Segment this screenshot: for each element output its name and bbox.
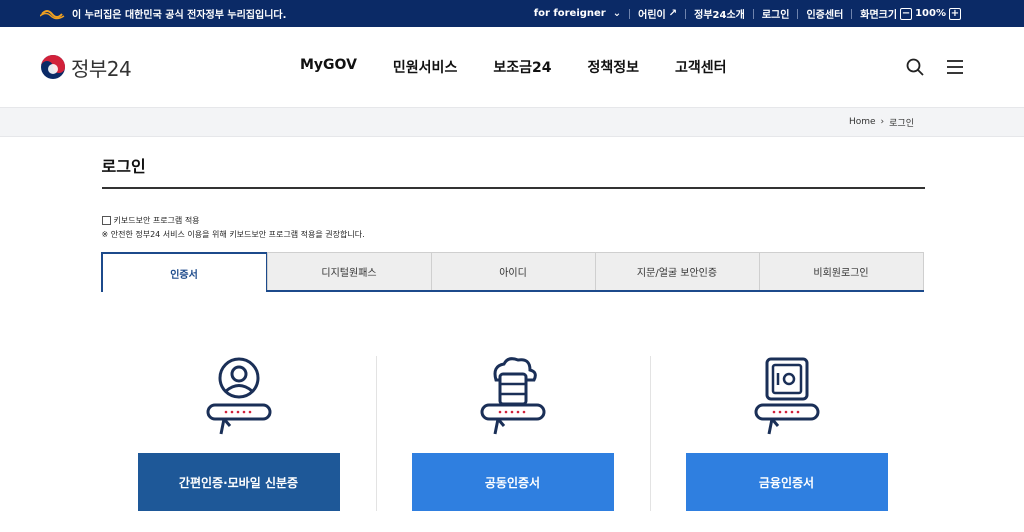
login-link[interactable]: 로그인 bbox=[762, 6, 790, 21]
simple-auth-button[interactable]: 간편인증·모바일 신분증 bbox=[137, 453, 340, 511]
divider bbox=[851, 8, 853, 19]
cert-center-link[interactable]: 인증센터 bbox=[806, 6, 843, 21]
security-notice: ※ 안전한 정부24 서비스 이용을 위해 키보드보안 프로그램 적용을 권장합… bbox=[101, 230, 365, 239]
nav-item-policy[interactable]: 정책정보 bbox=[587, 57, 639, 77]
divider bbox=[629, 8, 631, 19]
person-id-icon bbox=[206, 357, 271, 435]
utility-links: for foreigner ⌄ 어린이 ↗ 정부24소개 로그인 인증센터 화면… bbox=[534, 6, 964, 21]
main-nav: MyGOV 민원서비스 보조금24 정책정보 고객센터 bbox=[300, 57, 727, 77]
tab-digital-onepass[interactable]: 디지털원패스 bbox=[266, 252, 432, 290]
method-simple-auth: 간편인증·모바일 신분증 bbox=[102, 356, 376, 511]
eg-logo-icon bbox=[40, 9, 65, 19]
nav-item-subsidy[interactable]: 보조금24 bbox=[493, 57, 551, 77]
gov-banner: 이 누리집은 대한민국 공식 전자정부 누리집입니다. for foreigne… bbox=[0, 0, 1024, 27]
method-financial-cert: 금융인증서 bbox=[649, 356, 924, 511]
keyboard-security-option[interactable]: 키보드보안 프로그램 적용 bbox=[101, 215, 925, 226]
divider bbox=[797, 8, 799, 19]
chevron-down-icon: ⌄ bbox=[612, 8, 622, 19]
joint-cert-button[interactable]: 공동인증서 bbox=[411, 453, 614, 511]
kids-link[interactable]: 어린이 ↗ bbox=[638, 6, 677, 21]
divider bbox=[685, 8, 687, 19]
nav-item-support[interactable]: 고객센터 bbox=[675, 57, 727, 77]
tab-biometric[interactable]: 지문/얼굴 보안인증 bbox=[594, 252, 760, 290]
brand-name: 정부24 bbox=[71, 56, 132, 81]
cloud-server-icon bbox=[480, 357, 545, 435]
chevron-right-icon: › bbox=[880, 117, 885, 127]
tab-guest-login[interactable]: 비회원로그인 bbox=[758, 252, 924, 290]
safe-icon bbox=[754, 357, 819, 435]
brand-logo[interactable]: 정부24 bbox=[40, 53, 132, 82]
page-title: 로그인 bbox=[101, 153, 925, 189]
zoom-out-button[interactable]: − bbox=[900, 7, 913, 20]
taegeuk-icon bbox=[41, 55, 65, 79]
nav-item-mygov[interactable]: MyGOV bbox=[300, 57, 357, 77]
breadcrumb-current: 로그인 bbox=[889, 118, 914, 129]
site-header: 정부24 MyGOV 민원서비스 보조금24 정책정보 고객센터 bbox=[0, 27, 1024, 107]
tab-id[interactable]: 아이디 bbox=[430, 252, 596, 290]
main-content: 로그인 키보드보안 프로그램 적용 ※ 안전한 정부24 서비스 이용을 위해 … bbox=[100, 153, 925, 511]
foreigner-link[interactable]: for foreigner ⌄ bbox=[534, 8, 621, 19]
header-tools bbox=[906, 58, 964, 76]
screen-size-label: 화면크기 bbox=[860, 10, 898, 21]
search-icon[interactable] bbox=[906, 58, 924, 76]
zoom-in-button[interactable]: + bbox=[949, 7, 961, 20]
gov-notice: 이 누리집은 대한민국 공식 전자정부 누리집입니다. bbox=[40, 6, 286, 21]
external-link-icon: ↗ bbox=[668, 8, 678, 19]
method-joint-cert: 공동인증서 bbox=[375, 356, 650, 511]
keyboard-security-checkbox[interactable] bbox=[101, 216, 111, 225]
divider bbox=[752, 8, 754, 19]
login-tabs: 인증서 디지털원패스 아이디 지문/얼굴 보안인증 비회원로그인 bbox=[100, 252, 924, 292]
keyboard-security-label: 키보드보안 프로그램 적용 bbox=[113, 216, 200, 225]
menu-icon[interactable] bbox=[946, 59, 964, 75]
about-link[interactable]: 정부24소개 bbox=[694, 6, 745, 21]
nav-item-civil-service[interactable]: 민원서비스 bbox=[393, 57, 457, 77]
breadcrumb: Home › 로그인 bbox=[0, 107, 1024, 137]
tab-certificate[interactable]: 인증서 bbox=[100, 252, 268, 292]
breadcrumb-home[interactable]: Home bbox=[849, 117, 876, 127]
zoom-value: 100% bbox=[915, 8, 946, 19]
financial-cert-button[interactable]: 금융인증서 bbox=[685, 453, 888, 511]
certificate-methods: 간편인증·모바일 신분증 공동인증서 금융인증서 bbox=[102, 356, 924, 511]
gov-notice-text: 이 누리집은 대한민국 공식 전자정부 누리집입니다. bbox=[72, 10, 287, 21]
